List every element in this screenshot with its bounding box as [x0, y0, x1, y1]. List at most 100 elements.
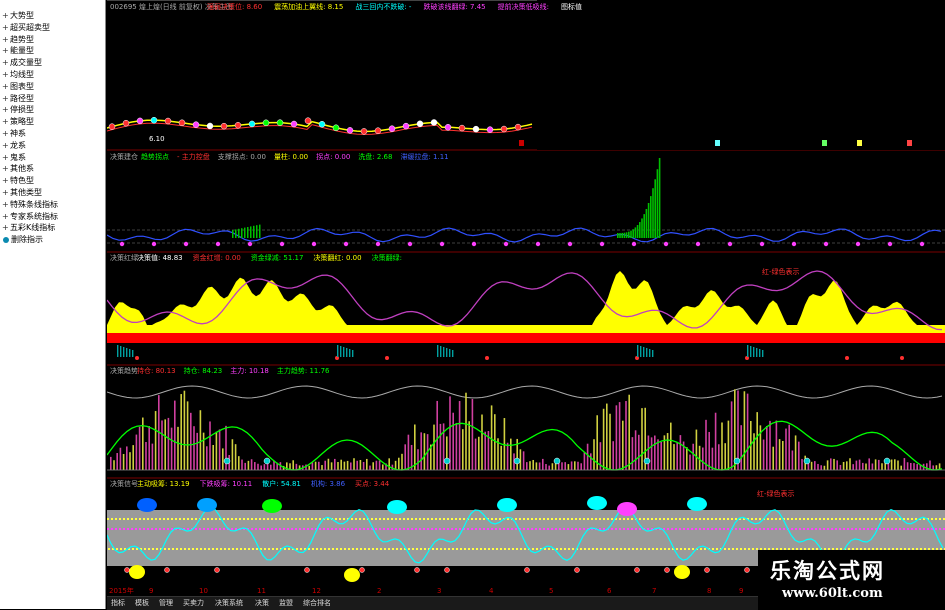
yellow-dot: [455, 518, 457, 520]
yellow-dot: [483, 518, 485, 520]
yellow-dot: [276, 548, 278, 550]
yellow-dot: [543, 518, 545, 520]
tree-item-13[interactable]: +其他系: [2, 163, 34, 175]
axis-label: 4: [489, 587, 494, 595]
expand-icon[interactable]: +: [2, 57, 10, 69]
magenta-dot: [927, 528, 929, 530]
expand-icon[interactable]: +: [2, 222, 10, 234]
expand-icon[interactable]: +: [2, 116, 10, 128]
magenta-dot: [351, 528, 353, 530]
bottom-tab[interactable]: 管理: [159, 598, 173, 609]
tree-item-8[interactable]: +停损型: [2, 104, 34, 116]
tree-item-12[interactable]: +鬼系: [2, 152, 26, 164]
tree-item-3[interactable]: +能量型: [2, 45, 34, 57]
tree-item-10[interactable]: +神系: [2, 128, 26, 140]
tree-item-9[interactable]: +策略型: [2, 116, 34, 128]
tree-item-18[interactable]: +五彩K线指标: [2, 222, 55, 234]
volume-bar: [250, 226, 252, 238]
expand-icon[interactable]: +: [2, 93, 10, 105]
trend-bar: [881, 463, 883, 470]
trend-bar: [484, 431, 486, 470]
tree-item-5[interactable]: +均线型: [2, 69, 34, 81]
signal-marker: [136, 117, 144, 125]
tree-item-7[interactable]: +路径型: [2, 93, 34, 105]
expand-icon[interactable]: +: [2, 140, 10, 152]
expand-icon[interactable]: +: [2, 211, 10, 223]
expand-icon[interactable]: +: [2, 128, 10, 140]
yellow-dot: [376, 548, 378, 550]
magenta-dot: [811, 528, 813, 530]
yellow-dot: [767, 518, 769, 520]
tree-item-0[interactable]: +大势型: [2, 10, 34, 22]
signal-marker: [119, 241, 125, 247]
expand-icon[interactable]: +: [2, 10, 10, 22]
signal-marker: [124, 567, 130, 573]
magenta-dot: [883, 528, 885, 530]
yellow-dot: [159, 518, 161, 520]
tree-item-11[interactable]: +龙系: [2, 140, 26, 152]
trend-bar: [452, 412, 454, 470]
tree-item-15[interactable]: +其他类型: [2, 187, 42, 199]
magenta-dot: [727, 528, 729, 530]
signal-marker: [304, 567, 310, 573]
yellow-dot: [523, 518, 525, 520]
trend-bar: [900, 465, 902, 470]
magenta-dot: [343, 528, 345, 530]
expand-icon[interactable]: +: [2, 34, 10, 46]
trend-bar: [145, 441, 147, 470]
signal-marker: [279, 241, 285, 247]
magenta-dot: [775, 528, 777, 530]
teal-bar: [123, 347, 125, 357]
yellow-dot: [184, 548, 186, 550]
bottom-tab[interactable]: 指标: [111, 598, 125, 609]
magenta-dot: [767, 528, 769, 530]
magenta-dot: [647, 528, 649, 530]
magenta-dot: [523, 528, 525, 530]
tree-item-6[interactable]: +图表型: [2, 81, 34, 93]
yellow-dot: [839, 518, 841, 520]
bottom-tab[interactable]: 综合排名: [303, 598, 331, 609]
yellow-dot: [704, 548, 706, 550]
tree-item-17[interactable]: +专家系统指标: [2, 211, 58, 223]
bottom-tab[interactable]: 监盟: [279, 598, 293, 609]
signal-marker: [164, 567, 170, 573]
expand-icon[interactable]: +: [2, 175, 10, 187]
yellow-dot: [287, 518, 289, 520]
expand-icon[interactable]: +: [2, 69, 10, 81]
tree-item-4[interactable]: +成交量型: [2, 57, 42, 69]
volume-bar: [647, 202, 650, 238]
tree-item-1[interactable]: +超买超卖型: [2, 22, 50, 34]
bottom-tab[interactable]: 模板: [135, 598, 149, 609]
trend-bar: [209, 421, 211, 470]
magenta-dot: [563, 528, 565, 530]
bottom-tab[interactable]: 买卖力: [183, 598, 204, 609]
trend-bar: [782, 440, 784, 470]
expand-icon[interactable]: +: [2, 104, 10, 116]
tree-item-2[interactable]: +趋势型: [2, 34, 34, 46]
yellow-dot: [215, 518, 217, 520]
magenta-dot: [215, 528, 217, 530]
expand-icon[interactable]: +: [2, 22, 10, 34]
expand-icon[interactable]: +: [2, 152, 10, 164]
tree-item-14[interactable]: +特色型: [2, 175, 34, 187]
tree-item-16[interactable]: +特殊条线指标: [2, 199, 58, 211]
expand-icon[interactable]: +: [2, 199, 10, 211]
yellow-dot: [356, 548, 358, 550]
expand-icon[interactable]: +: [2, 45, 10, 57]
yellow-dot: [703, 518, 705, 520]
teal-bar: [640, 346, 642, 357]
trend-bar: [673, 444, 675, 470]
expand-icon[interactable]: +: [2, 187, 10, 199]
yellow-dot: [500, 548, 502, 550]
signal-marker: [919, 241, 925, 247]
yellow-dot: [399, 518, 401, 520]
teal-bar: [126, 348, 128, 357]
expand-icon[interactable]: +: [2, 163, 10, 175]
expand-icon[interactable]: +: [2, 81, 10, 93]
delete-indicator-item[interactable]: 删除指示: [2, 234, 43, 246]
yellow-dot: [491, 518, 493, 520]
bottom-tab[interactable]: 决策: [255, 598, 269, 609]
magenta-dot: [411, 528, 413, 530]
bottom-tab[interactable]: 决策系统: [215, 598, 243, 609]
volume-bar: [641, 218, 643, 238]
